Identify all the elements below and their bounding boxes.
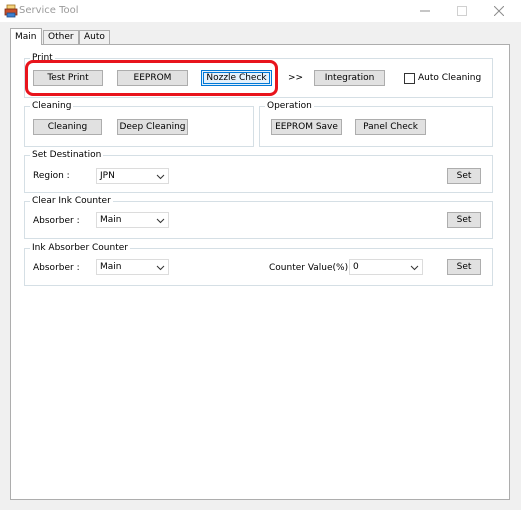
auto-cleaning-checkbox[interactable]	[404, 73, 415, 84]
ink-absorber-counter-set-button[interactable]: Set	[447, 259, 481, 275]
close-button[interactable]	[482, 0, 516, 22]
maximize-icon	[457, 6, 467, 16]
absorber-select[interactable]: Main	[96, 259, 169, 275]
tab-auto[interactable]: Auto	[79, 30, 110, 44]
printer-app-icon	[4, 4, 18, 18]
clear-ink-counter-set-button[interactable]: Set	[447, 212, 481, 228]
integration-button[interactable]: Integration	[314, 70, 385, 86]
auto-cleaning-label: Auto Cleaning	[418, 73, 482, 83]
counter-value-label: Counter Value(%) :	[269, 263, 355, 273]
chevron-down-icon	[156, 218, 165, 224]
eeprom-button[interactable]: EEPROM	[117, 70, 188, 86]
region-select[interactable]: JPN	[96, 168, 169, 184]
counter-value-select[interactable]: 0	[349, 259, 423, 275]
panel-check-button[interactable]: Panel Check	[355, 119, 426, 135]
absorber-select-value: Main	[100, 262, 122, 272]
clear-ink-counter-group: Clear Ink Counter	[24, 195, 493, 239]
clear-absorber-select[interactable]: Main	[96, 212, 169, 228]
window-title: Service Tool	[19, 5, 79, 16]
minimize-icon	[420, 10, 430, 12]
chevron-down-icon	[410, 265, 419, 271]
region-label: Region :	[33, 171, 70, 181]
set-destination-set-button[interactable]: Set	[447, 168, 481, 184]
ink-absorber-counter-group-title: Ink Absorber Counter	[30, 242, 130, 254]
nozzle-check-button[interactable]: Nozzle Check	[201, 70, 272, 86]
operation-group-title: Operation	[265, 100, 314, 112]
counter-value-select-value: 0	[353, 262, 359, 272]
eeprom-save-button[interactable]: EEPROM Save	[271, 119, 342, 135]
clear-ink-counter-group-title: Clear Ink Counter	[30, 195, 113, 207]
clear-absorber-select-value: Main	[100, 215, 122, 225]
cleaning-button[interactable]: Cleaning	[33, 119, 102, 135]
chevron-down-icon	[156, 174, 165, 180]
test-print-button[interactable]: Test Print	[33, 70, 103, 86]
tab-main[interactable]: Main	[10, 28, 42, 45]
clear-absorber-label: Absorber :	[33, 216, 80, 226]
chevron-down-icon	[156, 265, 165, 271]
absorber-label: Absorber :	[33, 263, 80, 273]
deep-cleaning-button[interactable]: Deep Cleaning	[117, 119, 188, 135]
print-group-title: Print	[30, 52, 55, 64]
maximize-button[interactable]	[445, 0, 479, 22]
tab-other[interactable]: Other	[43, 30, 79, 44]
cleaning-group-title: Cleaning	[30, 100, 74, 112]
arrow-label: >>	[288, 73, 304, 83]
title-bar: Service Tool	[0, 0, 521, 22]
set-destination-group-title: Set Destination	[30, 149, 104, 161]
region-select-value: JPN	[100, 171, 115, 181]
minimize-button[interactable]	[408, 0, 442, 22]
close-icon	[494, 6, 504, 16]
set-destination-group: Set Destination	[24, 149, 493, 193]
